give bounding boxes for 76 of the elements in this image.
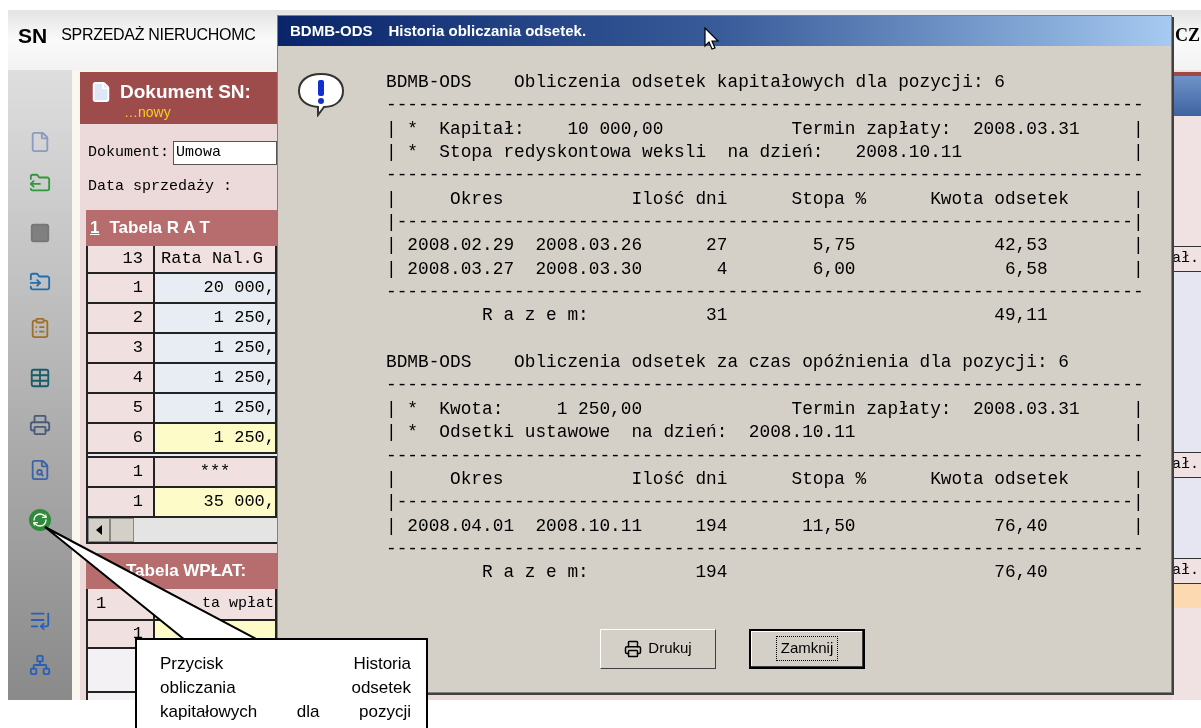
table-cell: 1 250,: [155, 394, 277, 424]
square-icon[interactable]: [29, 222, 51, 244]
report-line: | Okres Ilość dni Stopa % Kwota odsetek |: [386, 187, 1144, 211]
refresh-icon[interactable]: [29, 509, 51, 531]
report-line: | * Kapitał: 10 000,00 Termin zapłaty: 2008.03.31 |: [386, 117, 1144, 141]
report-line: | Okres Ilość dni Stopa % Kwota odsetek |: [386, 467, 1144, 491]
app-title: CZ: [1175, 24, 1201, 47]
printer-icon: [624, 639, 643, 658]
printer-icon[interactable]: [29, 414, 51, 436]
left-arrow-icon[interactable]: [96, 525, 102, 535]
document-search-icon[interactable]: [29, 459, 51, 481]
table-cell: ***: [155, 458, 277, 488]
folder-arrow-icon[interactable]: [29, 172, 51, 194]
table-cell: 1 250,: [155, 304, 277, 334]
table-cell: 1: [88, 274, 155, 304]
document-icon: [90, 81, 112, 103]
clipboard-icon[interactable]: [29, 317, 51, 339]
table-cell: 5: [88, 394, 155, 424]
report-line: -----------------------------------------------------------------------: [386, 164, 1144, 188]
report-line: | * Stopa redyskontowa weksli na dzień: 2008.10.11 |: [386, 141, 1144, 165]
table-cell: 2: [88, 304, 155, 334]
table-icon[interactable]: [29, 367, 51, 389]
report-line: |---------------------------------------------------------------------|: [386, 211, 1144, 235]
report-line: -----------------------------------------------------------------------: [386, 537, 1144, 561]
network-icon[interactable]: [29, 654, 51, 676]
report-line: -----------------------------------------------------------------------: [386, 444, 1144, 468]
section-title: Tabela R A T: [109, 217, 210, 240]
report-line: BDMB-ODS Obliczenia odsetek za czas opóźnienia dla pozycji: 6: [386, 351, 1070, 375]
report-line: -----------------------------------------------------------------------: [386, 374, 1144, 398]
section-title: Tabela WPŁAT:: [126, 560, 247, 583]
scrollbar-thumb[interactable]: [110, 518, 134, 542]
table-cell: 1: [88, 458, 155, 488]
report-line: R a z e m: 194 76,40: [481, 561, 1049, 585]
report-line: | 2008.02.29 2008.03.26 27 5,75 42,53 |: [386, 234, 1144, 258]
report-line: -----------------------------------------------------------------------: [386, 281, 1144, 305]
document-status: …nowy: [124, 104, 172, 120]
field-label: Data sprzedaży :: [88, 176, 233, 197]
report-line: -----------------------------------------------------------------------: [386, 94, 1144, 118]
report-line: |---------------------------------------------------------------------|: [386, 491, 1144, 515]
info-icon: [296, 71, 346, 117]
table-cell: 1: [88, 488, 155, 518]
document-title: Dokument SN:: [120, 80, 251, 104]
section-number: 1: [90, 217, 100, 240]
table-cell: 3: [88, 334, 155, 364]
section-header[interactable]: 1 Tabela R A T: [86, 210, 277, 246]
document-type-field[interactable]: Umowa: [173, 141, 277, 165]
app-title: SPRZEDAŻ NIERUCHOMC: [61, 25, 256, 45]
table-cell: 13: [88, 246, 155, 274]
panel-header: [1172, 72, 1201, 76]
table-cell: 1 250,: [155, 424, 277, 454]
close-button[interactable]: Zamknij: [749, 628, 865, 669]
horizontal-scrollbar[interactable]: [88, 518, 277, 544]
report-line: R a z e m: 31 49,11: [481, 304, 1049, 328]
dialog-title: Historia obliczania odsetek.: [388, 20, 587, 41]
table-cell: 1 250,: [155, 334, 277, 364]
report-line: BDMB-ODS Obliczenia odsetek kapitałowych dla pozycji: 6: [386, 71, 1006, 94]
callout-text: Przycisk Historia obliczania odsetek kapitałowych dla pozycji: [160, 653, 411, 723]
app-logo: SN: [18, 23, 48, 49]
field-label: Dokument:: [88, 142, 169, 163]
table-cell: 1 250,: [155, 364, 277, 394]
table-cell: 35 000,: [155, 488, 277, 518]
table-rows: [1172, 584, 1201, 608]
report-line: | 2008.04.01 2008.10.11 194 11,50 76,40 |: [386, 514, 1144, 538]
document-icon[interactable]: [29, 131, 51, 153]
table-cell: 4: [88, 364, 155, 394]
panel-toolbar: [1172, 76, 1201, 116]
print-button[interactable]: Drukuj: [600, 628, 716, 669]
report-line: | * Odsetki ustawowe na dzień: 2008.10.11 |: [386, 421, 1144, 445]
report-line: | * Kwota: 1 250,00 Termin zapłaty: 2008.03.31 |: [386, 397, 1144, 421]
table-cell: Rata Nal.G: [155, 246, 277, 274]
report-line: | 2008.03.27 2008.03.30 4 6,00 6,58 |: [386, 257, 1144, 281]
folder-arrow-icon[interactable]: [29, 271, 51, 293]
table-cell: 20 000,: [155, 274, 277, 304]
dialog-code: BDMB-ODS: [290, 20, 373, 41]
table-cell: 6: [88, 424, 155, 454]
cursor-icon: [704, 27, 720, 51]
